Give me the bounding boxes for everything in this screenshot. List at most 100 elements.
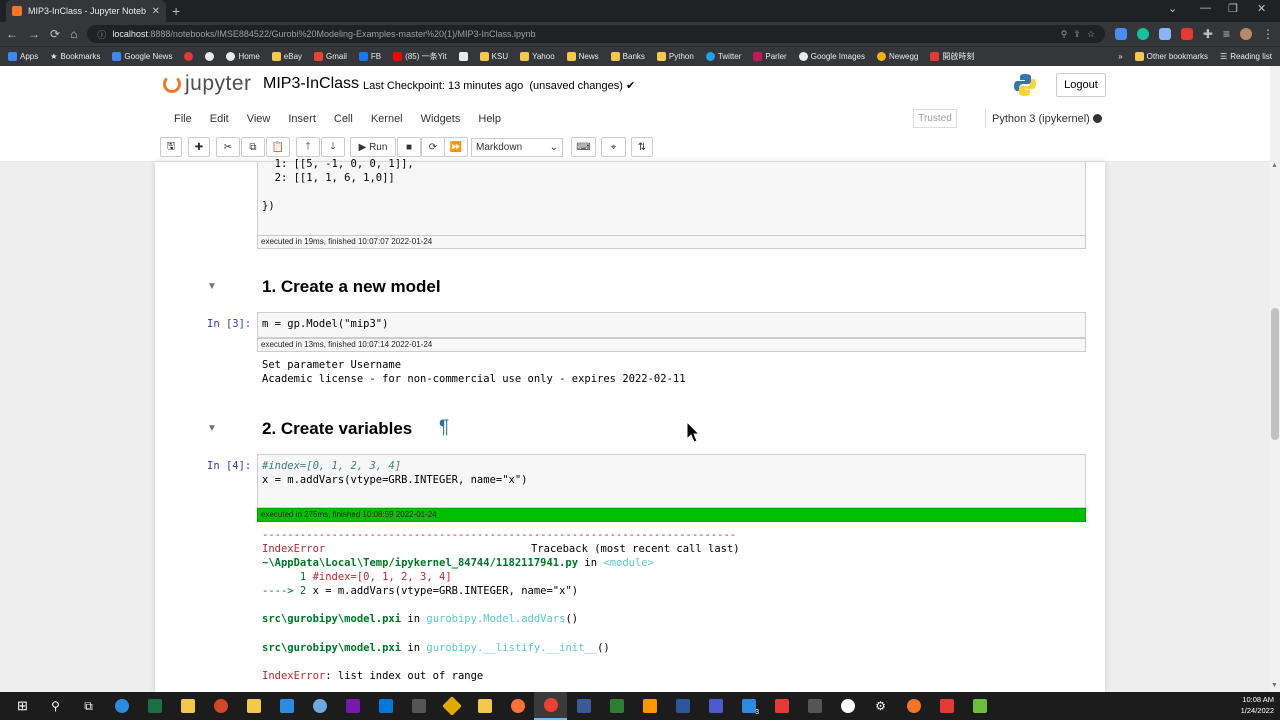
restart-button[interactable]: ⟳: [421, 137, 445, 157]
system-clock[interactable]: 10:08 AM 1/24/2022: [1241, 694, 1274, 716]
bookmark-ksu[interactable]: KSU: [479, 52, 508, 61]
taskbar-app[interactable]: [963, 692, 996, 720]
reload-icon[interactable]: ⟳: [50, 27, 60, 41]
sort-button[interactable]: ⇅: [631, 137, 653, 157]
taskbar-edge[interactable]: [105, 692, 138, 720]
jupyter-logo[interactable]: jupyter: [163, 72, 252, 96]
scrollbar-thumb[interactable]: [1271, 308, 1279, 440]
taskbar-sublime[interactable]: [633, 692, 666, 720]
bookmark-parler[interactable]: Parler: [753, 52, 787, 61]
taskbar-store[interactable]: [171, 692, 204, 720]
taskbar-explorer[interactable]: [237, 692, 270, 720]
bookmark-icon-only[interactable]: [458, 52, 468, 61]
code-cell-input[interactable]: m = gp.Model("mip3"): [257, 312, 1086, 338]
taskbar-terminal[interactable]: [402, 692, 435, 720]
more-bookmarks-icon[interactable]: »: [1118, 52, 1122, 61]
code-cell-input[interactable]: #index=[0, 1, 2, 3, 4] x = m.addVars(vty…: [257, 454, 1086, 508]
extensions-puzzle-icon[interactable]: ✚: [1203, 27, 1213, 41]
interrupt-button[interactable]: ■: [397, 137, 421, 157]
run-button[interactable]: ▶ Run: [350, 137, 396, 157]
bookmark-star-icon[interactable]: ☆: [1087, 29, 1095, 40]
search-button[interactable]: ⚲: [39, 692, 72, 720]
back-icon[interactable]: ←: [6, 27, 18, 41]
taskbar-outlook[interactable]: [369, 692, 402, 720]
close-tab-icon[interactable]: ✕: [152, 6, 160, 17]
restart-run-all-button[interactable]: ⏩: [444, 137, 468, 157]
task-view-button[interactable]: ⧉: [72, 692, 105, 720]
home-icon[interactable]: ⌂: [70, 27, 77, 41]
taskbar-app[interactable]: [831, 692, 864, 720]
taskbar-chrome[interactable]: [534, 692, 567, 720]
reading-mode-icon[interactable]: ≡: [1223, 27, 1230, 41]
move-up-button[interactable]: 🡑: [296, 137, 320, 157]
anchor-link[interactable]: ¶: [439, 417, 449, 439]
cut-button[interactable]: ✂: [216, 137, 240, 157]
bookmark-bookmarks[interactable]: ★ Bookmarks: [50, 52, 100, 61]
taskbar-app-with-badge[interactable]: 3: [732, 692, 765, 720]
taskbar-app[interactable]: [435, 692, 468, 720]
close-window-icon[interactable]: ✕: [1257, 2, 1266, 15]
taskbar-word[interactable]: [666, 692, 699, 720]
menu-help[interactable]: Help: [469, 113, 510, 125]
reading-list[interactable]: ☰ Reading list: [1220, 52, 1272, 61]
taskbar-excel[interactable]: [138, 692, 171, 720]
collapse-caret-icon[interactable]: ▼: [207, 423, 217, 434]
bookmark-gmail[interactable]: Gmail: [314, 52, 347, 61]
new-tab-button[interactable]: +: [172, 3, 180, 19]
taskbar-camera[interactable]: [798, 692, 831, 720]
taskbar-app[interactable]: [600, 692, 633, 720]
menu-edit[interactable]: Edit: [201, 113, 238, 125]
menu-widgets[interactable]: Widgets: [412, 113, 470, 125]
code-cell-input[interactable]: 1: [[5, -1, 0, 0, 1]], 2: [[1, 1, 6, 1,0…: [257, 158, 1086, 236]
bookmark-google-images[interactable]: Google Images: [798, 52, 865, 61]
move-down-button[interactable]: 🡓: [321, 137, 345, 157]
taskbar-teams[interactable]: [699, 692, 732, 720]
bookmark-youtube[interactable]: (85) 一条Yit: [393, 51, 447, 62]
pdf-extension-icon[interactable]: [1180, 28, 1193, 40]
taskbar-app[interactable]: [567, 692, 600, 720]
address-bar[interactable]: ⓘ localhost:8888/notebooks/IMSE884522/Gu…: [87, 25, 1105, 43]
menu-view[interactable]: View: [238, 113, 280, 125]
taskbar-onenote[interactable]: [336, 692, 369, 720]
trusted-indicator[interactable]: Trusted: [913, 109, 957, 128]
bookmark-ebay[interactable]: eBay: [271, 52, 302, 61]
command-palette-button[interactable]: ⌨: [571, 137, 596, 157]
bookmark-chinese[interactable]: 開啟時刻: [930, 51, 974, 62]
bookmark-news[interactable]: News: [566, 52, 599, 61]
site-info-icon[interactable]: ⓘ: [97, 28, 106, 41]
bookmark-banks[interactable]: Banks: [610, 52, 645, 61]
scroll-up-icon[interactable]: ▲: [1271, 162, 1278, 169]
window-dropdown-icon[interactable]: ⌄: [1168, 2, 1177, 15]
browser-tab[interactable]: MIP3-InClass - Jupyter Notebook ✕: [6, 0, 166, 22]
bookmark-twitter[interactable]: Twitter: [705, 52, 741, 61]
save-button[interactable]: 🖫: [160, 137, 182, 157]
paste-button[interactable]: 📋: [266, 137, 290, 157]
extension-icon[interactable]: [1114, 28, 1127, 40]
other-bookmarks[interactable]: Other bookmarks: [1134, 52, 1208, 61]
zoom-icon[interactable]: ⚲: [1061, 29, 1068, 40]
taskbar-mail[interactable]: [270, 692, 303, 720]
menu-file[interactable]: File: [165, 113, 201, 125]
bookmark-apps[interactable]: Apps: [8, 52, 38, 61]
taskbar-powerpoint[interactable]: [204, 692, 237, 720]
chrome-menu-icon[interactable]: ⋮: [1262, 27, 1274, 41]
insert-cell-button[interactable]: ✚: [188, 137, 210, 157]
bookmark-fb[interactable]: FB: [358, 52, 381, 61]
menu-cell[interactable]: Cell: [325, 113, 362, 125]
bookmark-home[interactable]: Home: [226, 52, 260, 61]
bookmark-python[interactable]: Python: [656, 52, 694, 61]
scroll-down-icon[interactable]: ▼: [1271, 682, 1278, 689]
taskbar-app[interactable]: [930, 692, 963, 720]
forward-icon[interactable]: →: [28, 27, 40, 41]
share-icon[interactable]: ⇪: [1073, 29, 1081, 40]
start-button[interactable]: ⊞: [6, 692, 39, 720]
menu-insert[interactable]: Insert: [279, 113, 325, 125]
bookmark-icon-only[interactable]: [184, 52, 194, 61]
taskbar-firefox[interactable]: [501, 692, 534, 720]
cell-type-select[interactable]: Markdown ⌄: [471, 138, 563, 157]
bookmark-yahoo[interactable]: Yahoo: [520, 52, 555, 61]
extension-icon[interactable]: [1158, 28, 1171, 40]
collapse-caret-icon[interactable]: ▼: [207, 281, 217, 292]
toc-button[interactable]: ⌖: [601, 137, 626, 157]
grammarly-icon[interactable]: [1136, 28, 1149, 40]
